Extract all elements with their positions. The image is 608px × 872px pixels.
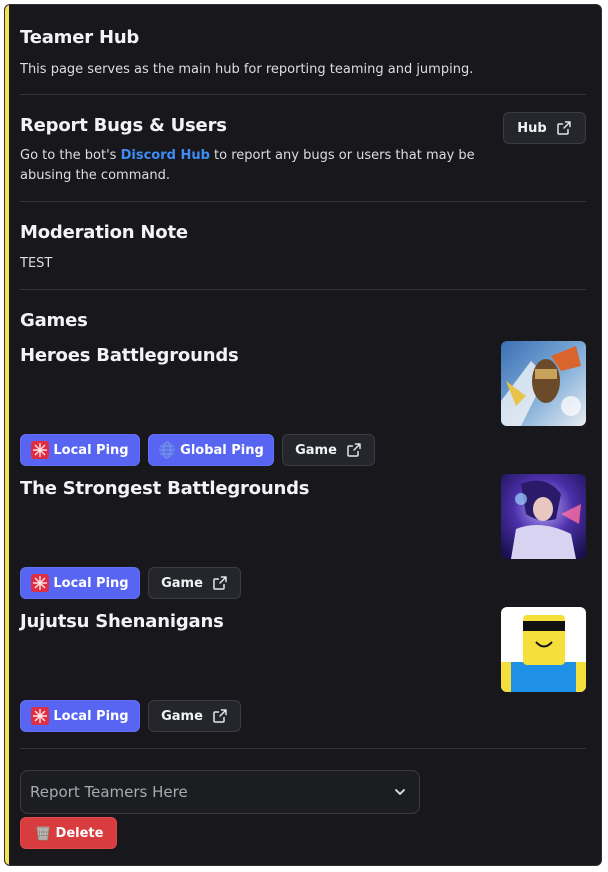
game-button[interactable]: Game <box>282 434 375 466</box>
wastebasket-icon <box>34 824 52 842</box>
moderation-section: Moderation Note TEST <box>20 222 586 274</box>
local-ping-label: Local Ping <box>53 575 129 591</box>
report-description: Go to the bot's Discord Hub to report an… <box>20 146 476 186</box>
select-placeholder: Report Teamers Here <box>30 783 188 801</box>
report-text-before: Go to the bot's <box>20 148 121 163</box>
hub-description: This page serves as the main hub for rep… <box>20 62 474 77</box>
report-title: Report Bugs & Users <box>20 115 227 136</box>
local-ping-label: Local Ping <box>53 442 129 458</box>
embed-content: Teamer Hub This page serves as the main … <box>20 5 586 865</box>
divider <box>20 94 586 95</box>
global-ping-button[interactable]: Global Ping <box>148 434 274 466</box>
divider <box>20 748 586 749</box>
local-ping-label: Local Ping <box>53 708 129 724</box>
moderation-title: Moderation Note <box>20 222 188 243</box>
embed-accent-bar <box>5 5 9 865</box>
hub-section: Teamer Hub This page serves as the main … <box>20 27 586 80</box>
games-heading: Games <box>20 310 88 331</box>
divider <box>20 201 586 202</box>
local-ping-button[interactable]: Local Ping <box>20 434 140 466</box>
report-teamers-select[interactable]: Report Teamers Here <box>20 770 420 814</box>
game-button[interactable]: Game <box>148 700 241 732</box>
jujutsu-shenanigans-thumbnail <box>501 607 586 692</box>
game-button[interactable]: Game <box>148 567 241 599</box>
delete-label: Delete <box>55 825 104 841</box>
local-ping-button[interactable]: Local Ping <box>20 700 140 732</box>
external-link-icon <box>213 576 227 590</box>
divider <box>20 289 586 290</box>
hub-button[interactable]: Hub <box>503 112 586 144</box>
globe-icon <box>158 441 176 459</box>
external-link-icon <box>556 121 571 135</box>
embed-card: Teamer Hub This page serves as the main … <box>4 4 602 866</box>
external-link-icon <box>347 443 361 457</box>
siren-icon <box>31 441 50 459</box>
siren-icon <box>31 574 50 592</box>
global-ping-label: Global Ping <box>180 442 264 458</box>
game-button-label: Game <box>161 575 203 591</box>
heroes-battlegrounds-thumbnail <box>501 341 586 426</box>
chevron-down-icon <box>395 789 405 795</box>
delete-button[interactable]: Delete <box>20 817 117 849</box>
discord-hub-link[interactable]: Discord Hub <box>121 148 210 163</box>
game-button-label: Game <box>295 442 337 458</box>
games-heading-section: Games <box>20 310 586 332</box>
hub-title: Teamer Hub <box>20 27 140 48</box>
local-ping-button[interactable]: Local Ping <box>20 567 140 599</box>
siren-icon <box>31 707 50 725</box>
moderation-note: TEST <box>20 256 53 271</box>
game-button-label: Game <box>161 708 203 724</box>
strongest-battlegrounds-thumbnail <box>501 474 586 559</box>
external-link-icon <box>213 709 227 723</box>
report-section: Report Bugs & Users Go to the bot's Disc… <box>20 115 476 186</box>
hub-button-label: Hub <box>517 120 547 136</box>
